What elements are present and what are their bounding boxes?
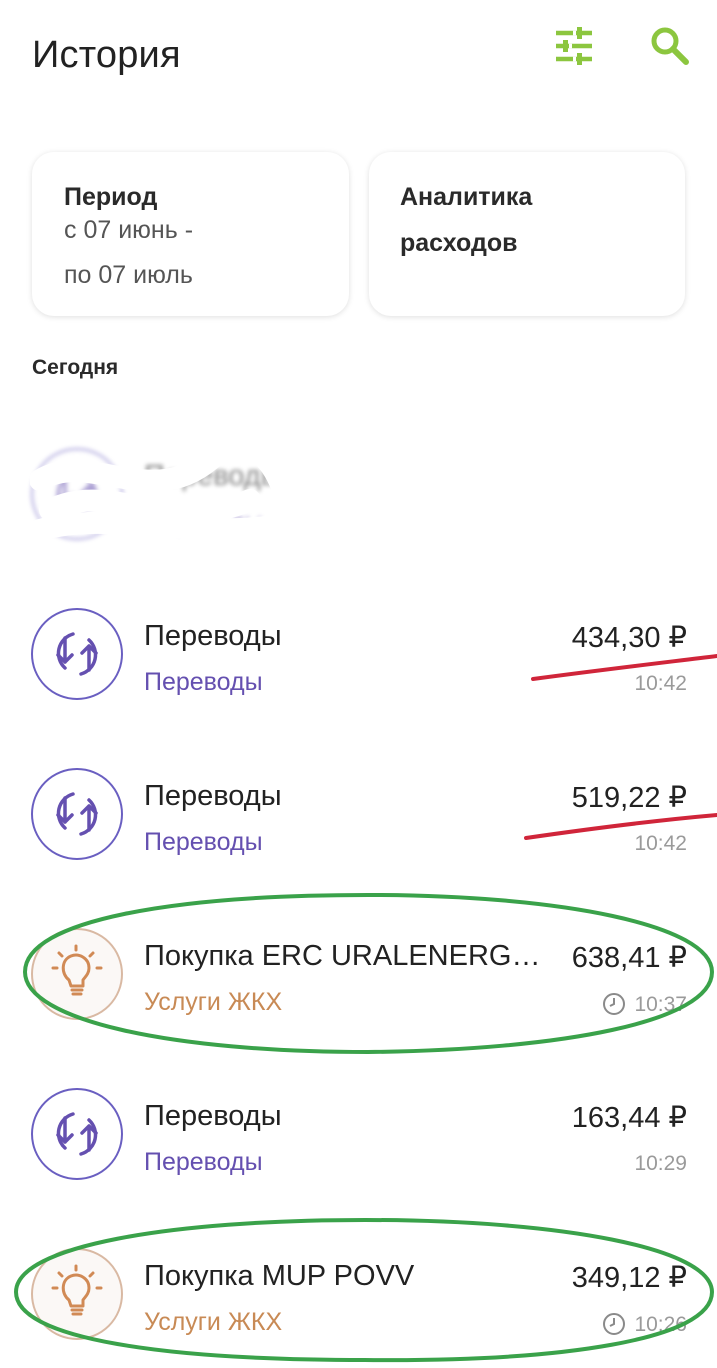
transaction-amount: 349,12 ₽: [571, 1262, 687, 1294]
transaction-row[interactable]: Покупка ERC URALENERG… Услуги ЖКХ 638,41…: [0, 928, 717, 1048]
period-range: с 07 июнь - по 07 июль: [64, 208, 193, 298]
transaction-time-text: 10:26: [634, 1313, 687, 1336]
transaction-title: Переводы: [144, 620, 282, 652]
period-to: по 07 июль: [64, 261, 193, 289]
transaction-category: Переводы: [144, 508, 263, 536]
transaction-title: Покупка ERC URALENERG…: [144, 940, 541, 972]
transaction-category: Услуги ЖКХ: [144, 1308, 283, 1336]
transaction-amount: 638,41 ₽: [571, 942, 687, 974]
app-header: История: [0, 0, 717, 120]
transaction-title: Покупка MUP POVV: [144, 1260, 415, 1292]
transaction-category: Услуги ЖКХ: [144, 988, 283, 1016]
clock-icon: [603, 993, 626, 1015]
transaction-title: Переводы: [144, 460, 282, 492]
transaction-row[interactable]: Переводы Переводы 163,44 ₽ 10:29: [0, 1088, 717, 1208]
transaction-time: 10:29: [634, 1152, 687, 1175]
clock-icon: [603, 1313, 626, 1335]
transaction-row[interactable]: Переводы Переводы: [0, 448, 717, 568]
transaction-category: Переводы: [144, 828, 263, 856]
transaction-time: 10:37: [602, 992, 687, 1017]
lightbulb-icon: [31, 1248, 123, 1340]
transaction-row[interactable]: Переводы Переводы 434,30 ₽ 10:42: [0, 608, 717, 728]
section-today: Сегодня: [32, 356, 119, 379]
transfer-icon: [31, 768, 123, 860]
analytics-title-line2: расходов: [400, 229, 518, 257]
transaction-amount: 163,44 ₽: [571, 1102, 687, 1134]
period-from: с 07 июнь -: [64, 216, 194, 244]
page-title: История: [32, 34, 181, 76]
transfer-icon: [31, 608, 123, 700]
transaction-amount: 519,22 ₽: [571, 782, 687, 814]
transaction-title: Переводы: [144, 780, 282, 812]
transaction-row[interactable]: Переводы Переводы 519,22 ₽ 10:42: [0, 768, 717, 888]
analytics-title: Аналитика расходов: [400, 174, 660, 266]
transaction-time: 10:26: [602, 1312, 687, 1337]
transaction-time: 10:42: [634, 832, 687, 855]
sliders-icon[interactable]: [552, 24, 596, 68]
transaction-title: Переводы: [144, 1100, 282, 1132]
transaction-category: Переводы: [144, 1148, 263, 1176]
transaction-time-text: 10:37: [634, 993, 687, 1016]
lightbulb-icon: [31, 928, 123, 1020]
transfer-icon: [31, 1088, 123, 1180]
period-card[interactable]: Период с 07 июнь - по 07 июль: [32, 152, 349, 316]
transaction-category: Переводы: [144, 668, 263, 696]
transaction-amount: 434,30 ₽: [571, 622, 687, 654]
transfer-icon: [31, 448, 123, 540]
search-icon[interactable]: [648, 24, 692, 68]
analytics-card[interactable]: Аналитика расходов: [369, 152, 685, 316]
analytics-title-line1: Аналитика: [400, 183, 533, 211]
transaction-row[interactable]: Покупка MUP POVV Услуги ЖКХ 349,12 ₽ 10:…: [0, 1248, 717, 1368]
transaction-time: 10:42: [634, 672, 687, 695]
